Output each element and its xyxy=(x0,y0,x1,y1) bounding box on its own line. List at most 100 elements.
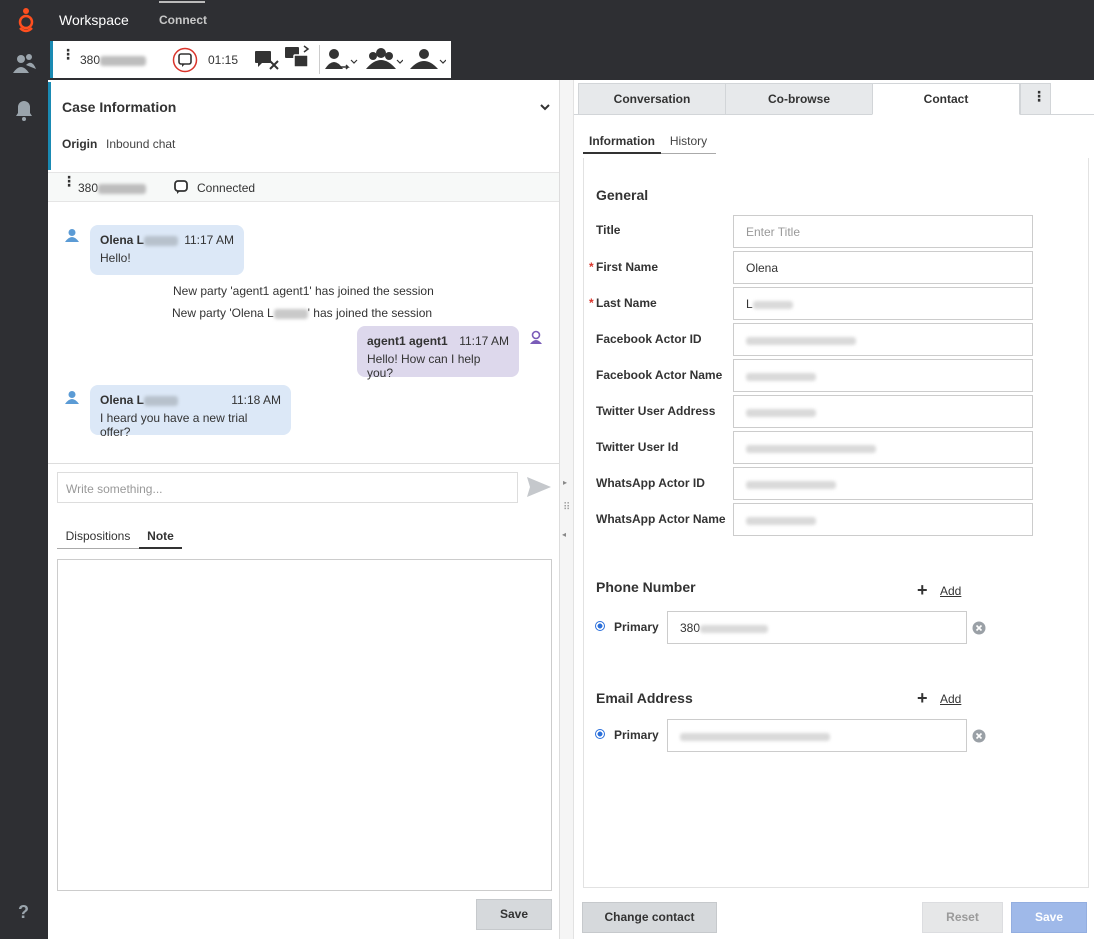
redacted-number xyxy=(100,55,147,66)
facebook-actor-name-input[interactable] xyxy=(733,359,1033,392)
facebook-actor-name-label: Facebook Actor Name xyxy=(596,368,723,382)
first-name-label-text: First Name xyxy=(596,260,659,274)
redacted-number xyxy=(700,624,769,633)
reset-button[interactable]: Reset xyxy=(922,902,1003,933)
required-marker: * xyxy=(589,260,594,274)
interaction-timer: 01:15 xyxy=(208,53,239,67)
notifications-bell-icon[interactable] xyxy=(12,98,36,122)
twitter-user-id-input[interactable] xyxy=(733,431,1033,464)
facebook-actor-id-input[interactable] xyxy=(733,323,1033,356)
case-information-title: Case Information xyxy=(62,99,177,115)
app-title: Workspace xyxy=(59,12,129,28)
redacted-surname xyxy=(273,308,308,319)
clear-phone-icon[interactable] xyxy=(972,621,986,635)
tab-information[interactable]: Information xyxy=(583,131,661,154)
system-message: New party 'agent1 agent1' has joined the… xyxy=(173,284,434,298)
phone-number-heading: Phone Number xyxy=(596,579,696,595)
expand-left-icon[interactable]: ◂ xyxy=(562,530,566,539)
tab-conversation[interactable]: Conversation xyxy=(578,83,726,115)
tab-history[interactable]: History xyxy=(661,131,716,154)
party-strip: ⋮ 380 Connected xyxy=(48,172,559,202)
note-textarea[interactable] xyxy=(57,559,552,891)
clear-email-icon[interactable] xyxy=(972,729,986,743)
message-time: 11:18 AM xyxy=(231,393,281,407)
toolbar-contact-number: 380 xyxy=(80,53,147,67)
chat-compose-input[interactable]: Write something... xyxy=(57,472,518,503)
redacted-surname xyxy=(144,235,179,246)
whatsapp-actor-id-label: WhatsApp Actor ID xyxy=(596,476,705,490)
note-save-button[interactable]: Save xyxy=(476,899,552,930)
twitter-user-address-input[interactable] xyxy=(733,395,1033,428)
phone-input[interactable]: 380 xyxy=(667,611,967,644)
add-phone-link[interactable]: Add xyxy=(940,584,961,598)
help-icon[interactable]: ? xyxy=(18,902,29,923)
toolbar-divider xyxy=(319,45,320,74)
message-time: 11:17 AM xyxy=(184,233,234,247)
message-sender: agent1 agent1 xyxy=(367,334,448,348)
change-contact-button[interactable]: Change contact xyxy=(582,902,717,933)
title-input[interactable]: Enter Title xyxy=(733,215,1033,248)
redacted-email xyxy=(680,732,830,741)
case-information-panel xyxy=(48,82,559,170)
add-email-link[interactable]: Add xyxy=(940,692,961,706)
conference-icon[interactable] xyxy=(365,47,403,73)
chat-message-customer: Olena L 11:18 AM I heard you have a new … xyxy=(90,385,291,439)
party-actions-icon[interactable] xyxy=(408,47,446,73)
customer-avatar-icon xyxy=(65,391,79,404)
whatsapp-actor-id-input[interactable] xyxy=(733,467,1033,500)
redacted-number xyxy=(98,183,147,194)
primary-phone-radio[interactable] xyxy=(595,621,605,631)
redacted-value xyxy=(746,516,816,525)
drag-handle-icon[interactable]: ⠿ xyxy=(563,502,570,513)
message-time: 11:17 AM xyxy=(459,334,509,348)
whatsapp-actor-name-input[interactable] xyxy=(733,503,1033,536)
redacted-surname xyxy=(144,395,179,406)
message-sender: Olena L xyxy=(100,393,145,407)
send-icon[interactable] xyxy=(526,474,552,500)
message-sender: Olena L xyxy=(100,233,145,247)
end-chat-icon[interactable] xyxy=(254,49,280,71)
customer-avatar-icon xyxy=(65,229,79,242)
party-number: 380 xyxy=(78,181,147,195)
nav-active-indicator xyxy=(159,1,205,3)
tabs-more-icon[interactable]: ⋮ xyxy=(1020,83,1051,115)
whatsapp-actor-name-label: WhatsApp Actor Name xyxy=(596,512,726,526)
system-message-part: ' has joined the session xyxy=(307,306,433,320)
last-name-input[interactable]: L xyxy=(733,287,1033,320)
add-phone-plus-icon[interactable]: + xyxy=(917,580,928,601)
tab-cobrowse[interactable]: Co-browse xyxy=(725,83,873,115)
email-input[interactable] xyxy=(667,719,967,752)
redacted-value xyxy=(746,480,836,489)
party-menu-icon[interactable]: ⋮ xyxy=(62,174,76,188)
consult-chat-icon[interactable] xyxy=(284,45,312,73)
first-name-input[interactable]: Olena xyxy=(733,251,1033,284)
twitter-user-id-label: Twitter User Id xyxy=(596,440,679,454)
required-marker: * xyxy=(589,296,594,310)
chevron-down-icon[interactable] xyxy=(539,101,551,113)
nav-connect[interactable]: Connect xyxy=(159,13,207,27)
chat-message-customer: Olena L 11:17 AM Hello! xyxy=(90,225,244,275)
add-email-plus-icon[interactable]: + xyxy=(917,688,928,709)
pane-splitter[interactable]: ▸ ⠿ ◂ xyxy=(560,80,574,939)
chat-message-agent: agent1 agent1 11:17 AM Hello! How can I … xyxy=(357,326,519,380)
facebook-actor-id-label: Facebook Actor ID xyxy=(596,332,702,346)
expand-right-icon[interactable]: ▸ xyxy=(563,478,567,487)
transfer-chat-icon[interactable] xyxy=(324,47,358,73)
interaction-menu-icon[interactable]: ⋮ xyxy=(61,47,75,61)
save-contact-button[interactable]: Save xyxy=(1011,902,1087,933)
team-communicator-icon[interactable] xyxy=(12,51,36,75)
tab-note[interactable]: Note xyxy=(139,526,182,549)
origin-value: Inbound chat xyxy=(106,137,176,151)
primary-email-radio[interactable] xyxy=(595,729,605,739)
email-address-heading: Email Address xyxy=(596,690,693,706)
redacted-value xyxy=(746,336,856,345)
twitter-user-address-label: Twitter User Address xyxy=(596,404,716,418)
tab-contact[interactable]: Contact xyxy=(872,83,1020,115)
party-status: Connected xyxy=(197,181,256,195)
phone-prefix: 380 xyxy=(680,621,701,635)
message-text: Hello! How can I help you? xyxy=(367,352,481,380)
tab-dispositions[interactable]: Dispositions xyxy=(57,526,139,549)
message-text: Hello! xyxy=(100,251,131,265)
chat-status-icon xyxy=(174,180,188,194)
general-heading: General xyxy=(596,187,649,203)
